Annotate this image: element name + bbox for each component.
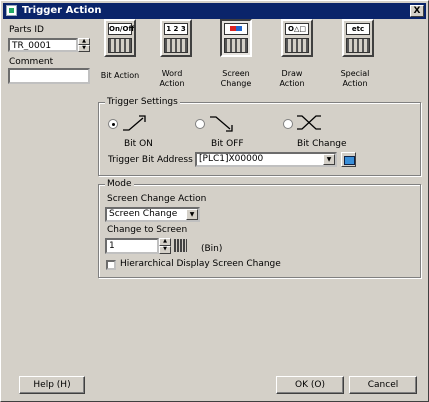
screen-change-action-value: Screen Change: [109, 209, 178, 219]
title-bar: Trigger Action X: [3, 3, 426, 19]
draw-action-button[interactable]: O△□: [281, 19, 313, 57]
bit-action-icon: On/Off: [108, 23, 135, 35]
word-action-label: Word Action: [159, 69, 185, 88]
cancel-button[interactable]: Cancel: [349, 376, 417, 394]
bit-off-icon: [210, 116, 233, 132]
screen-change-shelf: [224, 38, 248, 53]
bit-action-shelf: [108, 38, 132, 53]
bit-off-label: Bit OFF: [211, 139, 244, 149]
special-action-label: Special Action: [340, 69, 370, 88]
bit-action-button[interactable]: On/Off: [104, 19, 136, 57]
chevron-down-icon[interactable]: ▼: [186, 209, 198, 220]
screen-change-icon: [224, 23, 248, 35]
draw-action-shelf: [285, 38, 309, 53]
parts-id-field[interactable]: TR_0001: [8, 38, 78, 52]
change-to-screen-label: Change to Screen: [107, 225, 188, 235]
app-icon: [6, 5, 17, 16]
screen-change-button[interactable]: [220, 19, 252, 57]
trigger-bit-address-combo[interactable]: [PLC1]X00000 ▼: [195, 152, 337, 167]
word-action-icon: 1 2 3: [164, 23, 188, 35]
screen-change-action-label: Screen Change Action: [107, 194, 207, 204]
trigger-bit-address-label: Trigger Bit Address: [108, 155, 193, 165]
keypad-icon[interactable]: [174, 239, 187, 252]
special-action-shelf: [346, 38, 370, 53]
word-action-button[interactable]: 1 2 3: [160, 19, 192, 57]
keyboard-icon: [344, 156, 355, 165]
comment-field[interactable]: [8, 68, 90, 84]
hierarchical-display-label: Hierarchical Display Screen Change: [120, 259, 281, 269]
screen-change-action-combo[interactable]: Screen Change ▼: [105, 207, 200, 222]
draw-action-label: Draw Action: [279, 69, 305, 88]
special-action-button[interactable]: etc: [342, 19, 374, 57]
parts-id-up-button[interactable]: ▲: [78, 38, 90, 45]
draw-action-icon: O△□: [285, 23, 309, 35]
trigger-action-dialog: Trigger Action X Parts ID TR_0001 ▲ ▼ Co…: [0, 0, 429, 402]
window-title: Trigger Action: [22, 5, 102, 16]
bit-action-label: Bit Action: [100, 71, 140, 80]
mode-title: Mode: [105, 179, 134, 189]
change-to-screen-field[interactable]: 1: [105, 238, 159, 254]
change-to-screen-unit: (Bin): [201, 244, 223, 254]
bit-change-radio[interactable]: [283, 119, 293, 129]
change-to-screen-up-button[interactable]: ▲: [159, 238, 171, 246]
parts-id-down-button[interactable]: ▼: [78, 45, 90, 52]
ok-button[interactable]: OK (O): [276, 376, 344, 394]
trigger-bit-address-value: [PLC1]X00000: [199, 154, 264, 164]
bit-on-label: Bit ON: [124, 139, 153, 149]
help-button[interactable]: Help (H): [19, 376, 85, 394]
close-button[interactable]: X: [410, 5, 424, 17]
screen-change-label: Screen Change: [220, 69, 252, 88]
address-keypad-button[interactable]: [341, 152, 356, 167]
special-action-icon: etc: [346, 23, 370, 35]
bit-change-icon: [297, 115, 321, 130]
hierarchical-display-checkbox[interactable]: [106, 260, 116, 270]
bit-off-radio[interactable]: [195, 119, 205, 129]
parts-id-label: Parts ID: [9, 25, 44, 35]
bit-on-icon: [123, 115, 146, 131]
comment-label: Comment: [9, 57, 54, 67]
chevron-down-icon[interactable]: ▼: [323, 154, 335, 165]
word-action-shelf: [164, 38, 188, 53]
change-to-screen-down-button[interactable]: ▼: [159, 246, 171, 254]
bit-on-radio[interactable]: [108, 119, 118, 129]
trigger-settings-title: Trigger Settings: [105, 97, 180, 107]
bit-change-label: Bit Change: [297, 139, 347, 149]
